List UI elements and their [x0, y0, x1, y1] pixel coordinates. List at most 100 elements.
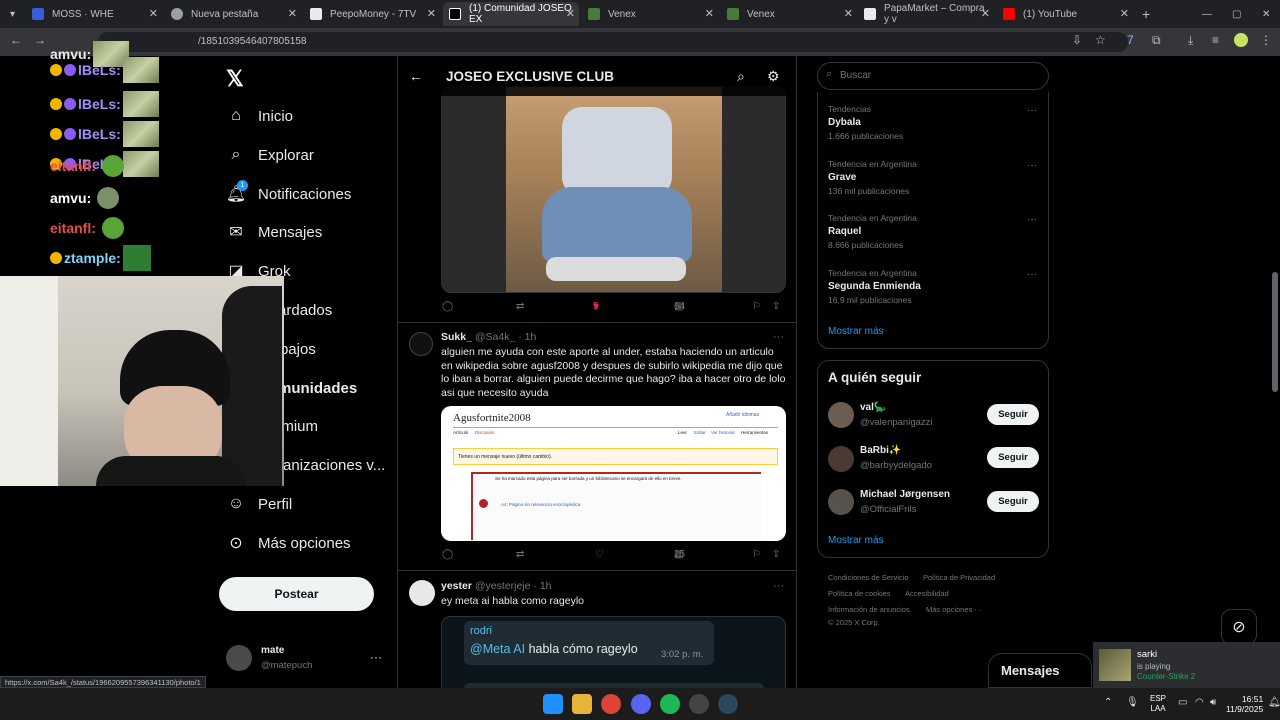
forward-icon[interactable]: →	[34, 33, 46, 47]
footer-link[interactable]: Política de cookies	[828, 589, 891, 598]
avatar[interactable]	[409, 332, 433, 356]
footer-link[interactable]: Accesibilidad	[905, 589, 949, 598]
scrollbar[interactable]	[1272, 58, 1278, 688]
tweet-time[interactable]: · 1h	[533, 580, 551, 592]
minimize-icon[interactable]: —	[1196, 2, 1212, 26]
tab-4-active[interactable]: (1) Comunidad JOSEO EX ✕	[443, 2, 579, 26]
avatar[interactable]	[828, 446, 854, 472]
follow-button[interactable]: Seguir	[987, 491, 1039, 512]
repost-icon[interactable]: ⇄	[516, 549, 524, 560]
views-button[interactable]: ▥ 64	[674, 301, 686, 312]
tweet-photo[interactable]	[441, 86, 786, 293]
language-indicator[interactable]: ESP LAA	[1150, 694, 1166, 714]
clock[interactable]: 16:51 11/9/2025	[1226, 694, 1263, 714]
tab-6[interactable]: Venex ✕	[721, 2, 857, 26]
wifi-icon[interactable]: ◠	[1195, 697, 1204, 708]
steam-icon[interactable]	[718, 694, 738, 714]
close-icon[interactable]: ✕	[1120, 7, 1129, 20]
avatar[interactable]	[409, 580, 435, 606]
install-icon[interactable]: ⇩	[1072, 33, 1082, 47]
more-icon[interactable]: ···	[1027, 160, 1037, 171]
nav-messages[interactable]: ✉ Mensajes	[226, 219, 322, 245]
footer-link[interactable]: Condiciones de Servicio	[828, 573, 908, 582]
views-button[interactable]: ▥ 25	[674, 549, 686, 560]
reply-icon[interactable]: ◯	[442, 301, 453, 312]
follow-button[interactable]: Seguir	[987, 404, 1039, 425]
tab-5[interactable]: Venex ✕	[582, 2, 718, 26]
more-icon[interactable]: ···	[1027, 269, 1037, 280]
window-close-icon[interactable]: ✕	[1256, 2, 1272, 26]
more-icon[interactable]: ···	[773, 580, 784, 592]
nav-more-options[interactable]: ⊙ Más opciones	[226, 530, 350, 556]
footer-link[interactable]: Información de anuncios	[828, 605, 910, 614]
show-more-follow-link[interactable]: Mostrar más	[828, 535, 884, 546]
trend-item[interactable]: Tendencia en Argentina Raquel 8.666 public…	[828, 213, 917, 250]
post-button[interactable]: Postear	[219, 577, 374, 611]
nav-notifications[interactable]: 🔔︎ 1 Notificaciones	[226, 180, 351, 207]
downloads-icon[interactable]: ⤓	[1188, 33, 1193, 48]
footer-more-link[interactable]: Más opciones ···	[926, 605, 982, 614]
scrollbar-thumb[interactable]	[1272, 272, 1278, 392]
tab-search-button[interactable]: ▾	[4, 2, 24, 26]
trend-item[interactable]: Tendencia en Argentina Grave 136 mil publi…	[828, 159, 917, 196]
bookmark-star-icon[interactable]: ☆	[1095, 33, 1106, 47]
tab-3[interactable]: PeepoMoney - 7TV ✕	[304, 2, 440, 26]
extension-7tv-icon[interactable]: 7	[1127, 33, 1134, 47]
footer-link[interactable]: Política de Privacidad	[923, 573, 995, 582]
show-more-trends-link[interactable]: Mostrar más	[828, 326, 884, 337]
search-icon[interactable]: ⌕	[737, 68, 745, 85]
follow-name[interactable]: BaRbi✨	[860, 445, 901, 456]
author-name[interactable]: yester	[441, 580, 472, 592]
tweet-wiki-screenshot[interactable]: Agusfortnite2008 Añadir idiomas Artículo…	[441, 406, 786, 541]
close-icon[interactable]: ✕	[427, 7, 436, 20]
profile-avatar[interactable]	[1234, 33, 1248, 47]
close-icon[interactable]: ✕	[566, 7, 575, 20]
extensions-icon[interactable]: ⧉	[1152, 33, 1161, 48]
follow-button[interactable]: Seguir	[987, 447, 1039, 468]
follow-name[interactable]: val🦕	[860, 402, 886, 413]
close-icon[interactable]: ✕	[981, 7, 990, 20]
close-icon[interactable]: ✕	[844, 7, 853, 20]
menu-icon[interactable]: ⋮	[1260, 33, 1272, 47]
tab-8[interactable]: (1) YouTube ✕	[997, 2, 1133, 26]
follow-name[interactable]: Michael Jørgensen	[860, 489, 950, 500]
more-icon[interactable]: ···	[773, 331, 784, 343]
windows-start-icon[interactable]	[543, 694, 563, 714]
notification-bell-icon[interactable]: 🔔︎	[1268, 697, 1280, 708]
account-menu-icon[interactable]: ···	[370, 650, 382, 664]
share-icon[interactable]: ⇪	[772, 301, 780, 312]
account-avatar[interactable]	[226, 645, 252, 671]
more-icon[interactable]: ···	[1027, 214, 1037, 225]
back-arrow-icon[interactable]: ←	[409, 68, 423, 84]
obs-icon[interactable]	[689, 694, 709, 714]
chevron-up-icon[interactable]: ⌃	[1104, 697, 1112, 708]
share-icon[interactable]: ⇪	[772, 549, 780, 560]
bookmark-icon[interactable]: ⚐	[752, 549, 761, 560]
tweet-time[interactable]: · 1h	[518, 331, 536, 343]
messages-drawer[interactable]: Mensajes	[988, 653, 1092, 688]
bookmark-icon[interactable]: ⚐	[752, 301, 761, 312]
maximize-icon[interactable]: ▢	[1226, 2, 1242, 26]
x-logo-icon[interactable]: 𝕏	[226, 66, 244, 92]
tab-2[interactable]: Nueva pestaña ✕	[165, 2, 301, 26]
avatar[interactable]	[828, 489, 854, 515]
chrome-icon[interactable]	[601, 694, 621, 714]
tab-1[interactable]: MOSS · WHE ✕	[26, 2, 162, 26]
search-input[interactable]: Buscar	[817, 62, 1049, 90]
tab-7[interactable]: PapaMarket – Compra y v ✕	[858, 2, 994, 26]
like-button[interactable]: ♥ 5	[593, 301, 602, 312]
new-tab-button[interactable]: +	[1136, 2, 1152, 26]
nav-profile[interactable]: ☺ Perfil	[226, 491, 292, 517]
author-handle[interactable]: @Sa4k_	[475, 331, 515, 343]
file-explorer-icon[interactable]	[572, 694, 592, 714]
author-name[interactable]: Sukk_	[441, 331, 472, 343]
tweet-whatsapp-screenshot[interactable]: rodri @Meta AI habla cómo rageylo 3:02 p…	[441, 616, 786, 688]
more-icon[interactable]: ···	[1027, 105, 1037, 116]
reply-icon[interactable]: ◯	[442, 549, 453, 560]
repost-icon[interactable]: ⇄	[516, 301, 524, 312]
avatar[interactable]	[828, 402, 854, 428]
nav-explore[interactable]: ⌕ Explorar	[226, 142, 314, 168]
volume-icon[interactable]: 🔊︎	[1210, 697, 1216, 708]
media-icon[interactable]: ≡	[1212, 33, 1219, 47]
nav-home[interactable]: ⌂ Inicio	[226, 103, 293, 129]
